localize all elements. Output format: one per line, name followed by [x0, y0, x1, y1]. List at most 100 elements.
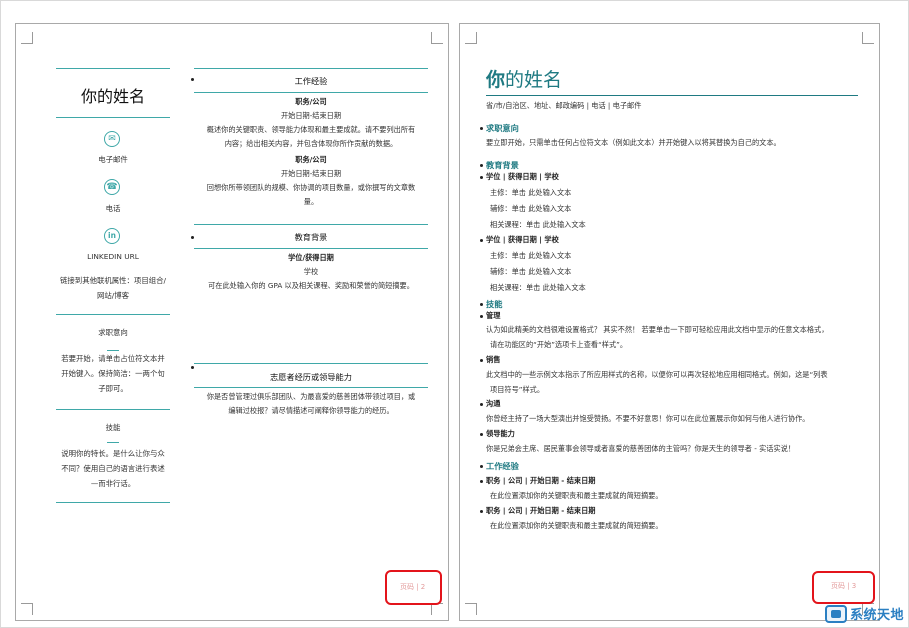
bullet-dot — [480, 433, 483, 436]
bullet-dot — [480, 239, 483, 242]
skill-description[interactable]: 请在功能区的“开始”选项卡上查看“样式”。 — [490, 340, 627, 350]
job-description: 回想你所带领团队的规模、你协调的项目数量，或你撰写的文章数 — [206, 183, 416, 192]
skill-description[interactable]: 你曾经主持了一场大型演出并饱受赞扬。不要不好意思！你可以在此位置展示你如何与他人… — [486, 414, 809, 424]
email-label[interactable]: 电子邮件 — [56, 154, 170, 165]
bullet-dot — [480, 465, 483, 468]
objective-line: 开始键入。保持简洁：一两个句 — [61, 369, 165, 378]
skills-heading[interactable]: 技能 — [486, 298, 502, 310]
volunteer-title[interactable]: 志愿者经历或领导能力 — [194, 371, 428, 383]
bullet-dot — [480, 480, 483, 483]
education-entry-heading[interactable]: 学位 | 获得日期 | 学校 — [486, 172, 559, 182]
skill-title[interactable]: 销售 — [486, 355, 500, 365]
divider-line — [56, 68, 170, 69]
objective-text[interactable]: 要立即开始，只需单击任何占位符文本（例如此文本）并开始键入以将其替换为自己的文本… — [486, 138, 781, 148]
education-description: 可在此处输入你的 GPA 以及相关课程、奖励和荣誉的简短摘要。 — [208, 281, 414, 290]
skill-description[interactable]: 认为如此精美的文档很难设置格式？ 其实不然！ 若要单击一下即可轻松应用此文档中显… — [486, 325, 828, 335]
school: 学校 — [303, 267, 319, 276]
degree: 学位/获得日期 — [288, 253, 334, 262]
divider-line — [194, 248, 428, 249]
job-title: 职务/公司 — [295, 97, 327, 106]
education-heading[interactable]: 教育背景 — [486, 159, 519, 171]
resume-name[interactable]: 你的姓名 — [486, 65, 562, 92]
watermark-text: 系统天地 — [849, 608, 904, 623]
experience-entry-text[interactable]: 在此位置添加你的关键职责和最主要成就的简短摘要。 — [490, 521, 663, 531]
divider-line — [56, 314, 170, 315]
education-courses[interactable]: 相关课程：单击 此处输入文本 — [490, 283, 586, 293]
experience-entry-heading[interactable]: 职务 | 公司 | 开始日期 - 结束日期 — [486, 506, 596, 516]
bullet-dot — [480, 127, 483, 130]
skill-description[interactable]: 此文档中的一些示例文本指示了所应用样式的名称，以便你可以再次轻松地应用相同格式。… — [486, 370, 828, 380]
bullet-dot — [480, 303, 483, 306]
job-entry[interactable]: 职务/公司 开始日期-结束日期 回想你所带领团队的规模、你协调的项目数量，或你撰… — [194, 153, 428, 209]
sidebar-name[interactable]: 你的姓名 — [56, 83, 170, 107]
crop-mark — [431, 32, 443, 44]
highlight-circle — [812, 571, 875, 604]
skill-description[interactable]: 你是兄弟会主席、居民董事会领导或者喜爱的慈善团体的主管吗？你是天生的领导者 - … — [486, 444, 795, 454]
job-dates: 开始日期-结束日期 — [280, 169, 342, 178]
crop-mark — [21, 603, 33, 615]
experience-entry-text[interactable]: 在此位置添加你的关键职责和最主要成就的简短摘要。 — [490, 491, 663, 501]
job-description: 内容；给出相关内容，并包含体现你所作贡献的数据。 — [224, 139, 398, 148]
divider-line — [194, 387, 428, 388]
skills-text[interactable]: 说明你的特长。是什么让你与众 不同？使用自己的语言进行表述 —而非行话。 — [56, 446, 170, 491]
objective-heading[interactable]: 求职意向 — [486, 122, 519, 134]
volunteer-description: 编辑过校报？请尽情描述可阐释你领导能力的经历。 — [228, 406, 394, 415]
divider-line — [194, 92, 428, 93]
education-entry[interactable]: 学位/获得日期 学校 可在此处输入你的 GPA 以及相关课程、奖励和荣誉的简短摘… — [194, 251, 428, 293]
experience-title[interactable]: 工作经验 — [194, 75, 428, 87]
links-line: 网站/博客 — [96, 291, 130, 300]
objective-line: 若要开始，请单击占位符文本并 — [61, 354, 165, 363]
crop-mark — [465, 32, 477, 44]
education-major[interactable]: 主修：单击 此处输入文本 — [490, 188, 571, 198]
education-courses[interactable]: 相关课程：单击 此处输入文本 — [490, 220, 586, 230]
phone-label[interactable]: 电话 — [56, 203, 170, 214]
objective-text[interactable]: 若要开始，请单击占位符文本并 开始键入。保持简洁：一两个句 子即可。 — [56, 351, 170, 396]
skills-line: 说明你的特长。是什么让你与众 — [61, 449, 165, 458]
linkedin-icon: in — [104, 228, 120, 244]
skill-title[interactable]: 沟通 — [486, 399, 500, 409]
education-entry-heading[interactable]: 学位 | 获得日期 | 学校 — [486, 235, 559, 245]
education-minor[interactable]: 辅修：单击 此处输入文本 — [490, 204, 571, 214]
job-entry[interactable]: 职务/公司 开始日期-结束日期 概述你的关键职责、领导能力体现和最主要成就。请不… — [194, 95, 428, 151]
name-rest: 的姓名 — [505, 69, 563, 91]
page-3: 你的姓名 省/市/自治区、地址、邮政编码 | 电话 | 电子邮件 求职意向 要立… — [459, 23, 880, 621]
education-title[interactable]: 教育背景 — [194, 231, 428, 243]
phone-icon: ☎ — [104, 179, 120, 195]
bullet-dot — [480, 359, 483, 362]
accent-dash — [107, 442, 119, 443]
bullet-dot — [480, 403, 483, 406]
divider-line — [194, 224, 428, 225]
watermark-logo-icon — [824, 604, 847, 623]
contact-line[interactable]: 省/市/自治区、地址、邮政编码 | 电话 | 电子邮件 — [486, 101, 641, 111]
divider-line — [56, 409, 170, 410]
crop-mark — [862, 32, 874, 44]
experience-heading[interactable]: 工作经验 — [486, 460, 519, 472]
site-watermark: 系统天地 — [824, 604, 904, 623]
objective-line: 子即可。 — [98, 384, 128, 393]
experience-entry-heading[interactable]: 职务 | 公司 | 开始日期 - 结束日期 — [486, 476, 596, 486]
skill-title[interactable]: 领导能力 — [486, 429, 515, 439]
links-text[interactable]: 链接到其他联机属性：项目组合/ 网站/博客 — [56, 273, 170, 303]
education-major[interactable]: 主修：单击 此处输入文本 — [490, 251, 571, 261]
page-2: 你的姓名 ✉ 电子邮件 ☎ 电话 in LINKEDIN URL 链接到其他联机… — [15, 23, 449, 621]
education-minor[interactable]: 辅修：单击 此处输入文本 — [490, 267, 571, 277]
job-description: 概述你的关键职责、领导能力体现和最主要成就。请不要列出所有 — [206, 125, 416, 134]
skills-title[interactable]: 技能 — [56, 422, 170, 433]
crop-mark — [21, 32, 33, 44]
skill-description[interactable]: 项目符号”样式。 — [490, 385, 544, 395]
objective-title[interactable]: 求职意向 — [56, 327, 170, 338]
job-description: 量。 — [303, 197, 319, 206]
highlight-circle — [385, 570, 442, 605]
volunteer-description: 你是否曾管理过俱乐部团队、为最喜爱的慈善团体带领过项目，或 — [206, 392, 416, 401]
skill-title[interactable]: 管理 — [486, 311, 500, 321]
bullet-dot — [191, 366, 194, 369]
skills-line: —而非行话。 — [90, 479, 136, 488]
divider-line — [56, 502, 170, 503]
skills-line: 不同？使用自己的语言进行表述 — [61, 464, 165, 473]
linkedin-label[interactable]: LINKEDIN URL — [56, 252, 170, 261]
crop-mark — [465, 603, 477, 615]
volunteer-entry[interactable]: 你是否曾管理过俱乐部团队、为最喜爱的慈善团体带领过项目，或 编辑过校报？请尽情描… — [194, 390, 428, 418]
name-underline — [486, 95, 858, 96]
job-title: 职务/公司 — [295, 155, 327, 164]
envelope-icon: ✉ — [104, 131, 120, 147]
